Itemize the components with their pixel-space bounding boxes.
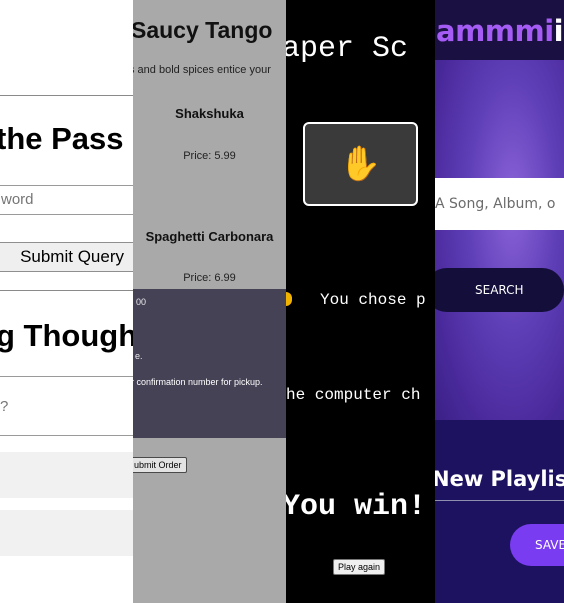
modal-text: e. (135, 351, 143, 361)
new-playlist-title: New Playlis (435, 467, 564, 491)
divider (0, 290, 133, 291)
thought-card (0, 510, 133, 556)
restaurant-subtitle: s and bold spices entice your (133, 64, 271, 76)
divider (435, 500, 564, 501)
music-app-panel: ammmiir A Song, Album, o SEARCH New Play… (435, 0, 564, 603)
password-input[interactable]: word (0, 185, 133, 215)
game-result: You win! (286, 490, 427, 524)
hand-icon (286, 292, 292, 306)
top-bar: ammmiir (435, 0, 564, 60)
menu-item-name: Spaghetti Carbonara (145, 229, 274, 244)
thought-input[interactable]: ? (0, 376, 133, 436)
search-button[interactable]: SEARCH (435, 268, 564, 312)
rps-game-panel: aper Sc ✋ You chose p he computer ch You… (286, 0, 435, 603)
menu-item-price: Price: 5.99 (183, 150, 236, 162)
paper-choice-button[interactable]: ✋ (303, 122, 418, 206)
thoughts-heading: g Thought (0, 318, 133, 353)
password-heading: the Pass (0, 121, 124, 156)
confirmation-modal: 00 e. r confirmation number for pickup. (133, 289, 286, 438)
thought-card (0, 452, 133, 498)
game-title: aper Sc (286, 32, 409, 66)
brand-logo[interactable]: ammmiir (436, 14, 564, 48)
save-button[interactable]: SAVE (510, 524, 564, 566)
search-input[interactable]: A Song, Album, o (435, 178, 564, 230)
restaurant-panel: Saucy Tango s and bold spices entice you… (133, 0, 286, 603)
raised-hand-icon: ✋ (339, 144, 382, 184)
player-choice-text: You chose p (320, 291, 426, 309)
submit-query-button[interactable]: Submit Query (0, 242, 133, 272)
computer-choice-text: he computer ch (286, 386, 421, 404)
play-again-button[interactable]: Play again (333, 559, 386, 575)
password-app-panel: the Pass word Submit Query g Thought ? (0, 0, 133, 603)
restaurant-title: Saucy Tango (133, 17, 273, 43)
divider (0, 95, 133, 96)
submit-order-button[interactable]: ubmit Order (133, 457, 187, 473)
modal-order-number: 00 (136, 297, 147, 307)
menu-item-price: Price: 6.99 (183, 272, 236, 284)
playlist-section (435, 420, 564, 603)
modal-message: r confirmation number for pickup. (133, 377, 263, 387)
brand-tail: ir (553, 14, 564, 48)
brand-main: ammmi (436, 14, 554, 48)
menu-item-name: Shakshuka (175, 106, 244, 121)
hero-banner (435, 60, 564, 420)
